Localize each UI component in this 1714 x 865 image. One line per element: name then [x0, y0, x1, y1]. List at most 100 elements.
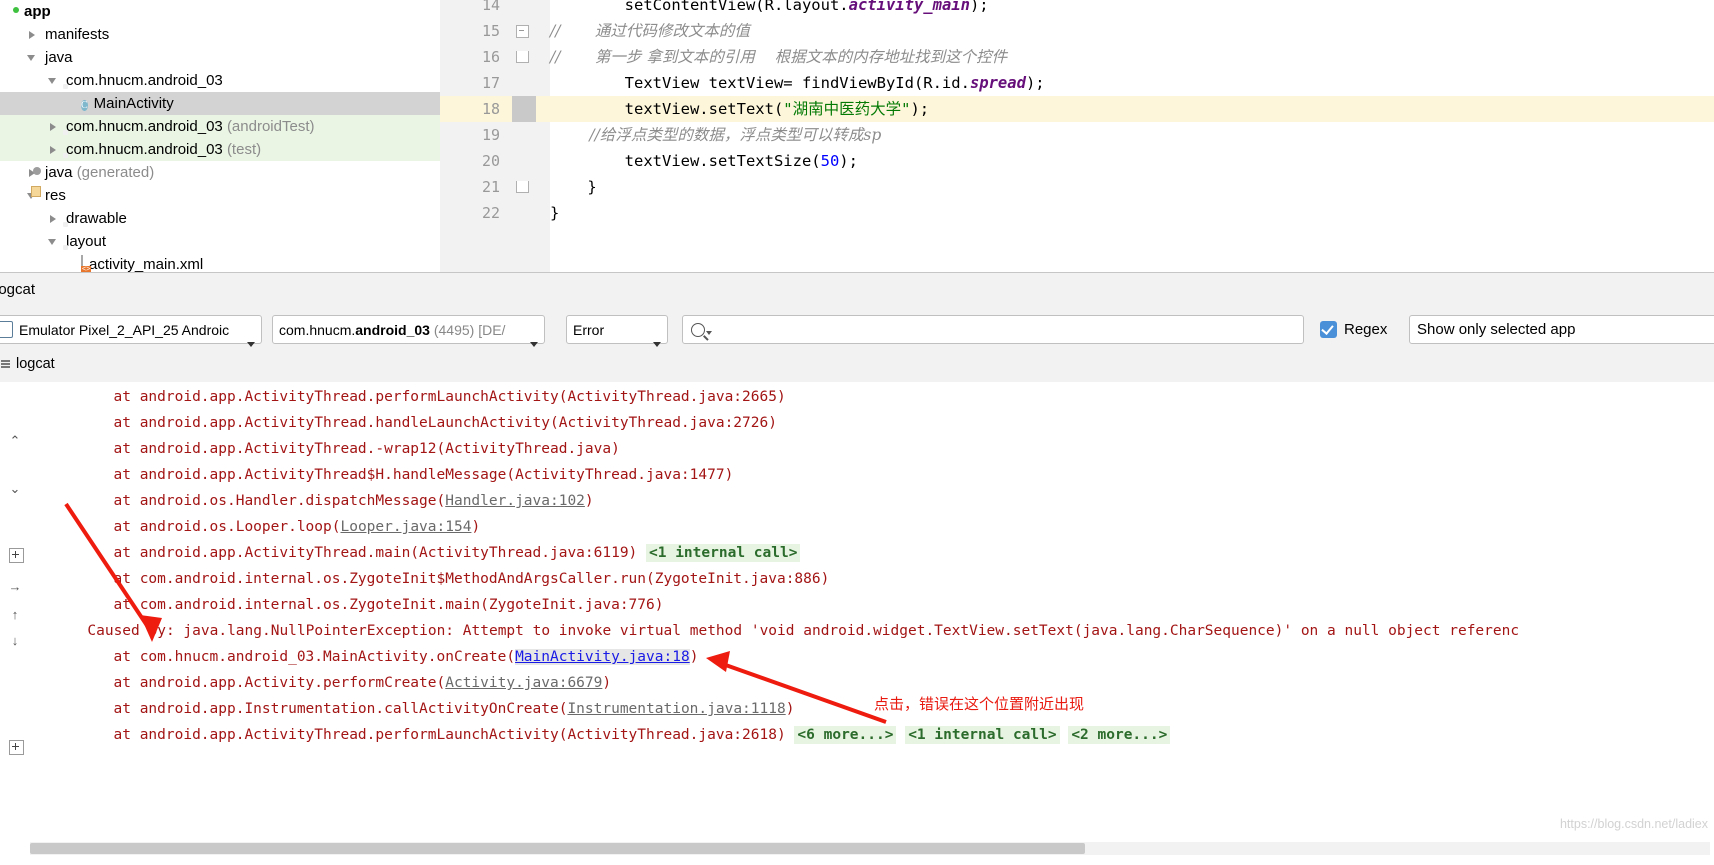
code-fold-mid-icon[interactable] — [516, 25, 529, 38]
editor-line[interactable]: } — [550, 174, 596, 200]
logcat-line[interactable]: at android.app.ActivityThread.performLau… — [114, 384, 786, 410]
tree-item-suffix: (test) — [226, 141, 262, 158]
logcat-line[interactable]: at com.android.internal.os.ZygoteInit$Me… — [114, 566, 830, 592]
logcat-line[interactable]: at com.hnucm.android_03.MainActivity.onC… — [114, 644, 698, 670]
tree-item-label: app — [24, 3, 51, 20]
stacktrace-text: at android.app.ActivityThread.-wrap12(Ac… — [113, 441, 620, 457]
stacktrace-text: at android.os.Looper.loop( — [113, 519, 341, 535]
regex-checkbox[interactable]: Regex — [1320, 321, 1387, 338]
editor-line[interactable]: // 通过代码修改文本的值 — [550, 18, 750, 44]
gutter-caret-band — [512, 96, 536, 122]
logcat-line[interactable]: Caused by: java.lang.NullPointerExceptio… — [87, 618, 1519, 644]
tree-item-manifests[interactable]: manifests — [0, 23, 440, 46]
tree-item-drawable[interactable]: drawable — [0, 207, 440, 230]
tree-item-res[interactable]: res — [0, 184, 440, 207]
tab-logcat[interactable]: logcat — [1, 356, 55, 372]
editor-line[interactable]: setContentView(R.layout.activity_main); — [550, 0, 989, 18]
editor-line[interactable]: textView.setText("湖南中医药大学"); — [550, 96, 930, 122]
regex-label: Regex — [1344, 321, 1388, 338]
scrollbar-thumb[interactable] — [30, 843, 1085, 854]
logcat-side-rail[interactable]: ⌃ ⌄ → ↑ ↓ — [0, 382, 30, 865]
editor-line-number: 21 — [481, 178, 500, 196]
android-studio-window: app manifests java com.hnucm.android_03 C Mai… — [0, 0, 1714, 865]
editor-line[interactable]: TextView textView= findViewById(R.id.spr… — [550, 70, 1045, 96]
tree-item-label: com.hnucm.android_03 — [66, 72, 223, 89]
chevron-right-icon[interactable] — [27, 29, 39, 41]
logcat-line[interactable]: at android.os.Handler.dispatchMessage(Ha… — [114, 488, 594, 514]
stacktrace-link-active[interactable]: MainActivity.java:18 — [515, 649, 690, 665]
tree-item-activity_main-xml[interactable]: activity_main.xml — [0, 253, 440, 272]
tree-item-com-hnucm-android_03[interactable]: com.hnucm.android_03 (test) — [0, 138, 440, 161]
stacktrace-link[interactable]: Handler.java:102 — [445, 493, 585, 509]
chevron-down-icon[interactable] — [48, 75, 60, 87]
logcat-line[interactable]: at android.app.Instrumentation.callActiv… — [114, 696, 795, 722]
filter-selector[interactable]: Show only selected app — [1409, 315, 1714, 344]
chevron-right-icon[interactable] — [48, 213, 60, 225]
stacktrace-collapsed-chip[interactable]: <1 internal call> — [646, 544, 801, 562]
process-selector-suffix: (4495) [DE/ — [429, 321, 506, 338]
chevron-down-icon[interactable] — [48, 236, 60, 248]
logcat-tab-icon — [0, 358, 12, 370]
chevron-down-icon[interactable] — [27, 52, 39, 64]
chevron-right-icon[interactable] — [48, 144, 60, 156]
stacktrace-collapsed-chip[interactable]: <6 more...> — [794, 726, 897, 744]
stacktrace-text: at android.os.Handler.dispatchMessage( — [113, 493, 446, 509]
stacktrace-text: at android.app.Activity.performCreate( — [113, 675, 446, 691]
logcat-output[interactable]: at android.app.ActivityThread.performLau… — [30, 382, 1714, 865]
editor-line[interactable]: } — [550, 200, 559, 226]
tree-item-mainactivity[interactable]: C MainActivity — [0, 92, 440, 115]
editor-line[interactable]: textView.setTextSize(50); — [550, 148, 858, 174]
logcat-line[interactable]: at android.app.ActivityThread.main(Activ… — [114, 540, 801, 566]
device-selector[interactable]: Emulator Pixel_2_API_25 Androic — [0, 315, 262, 347]
stacktrace-collapsed-chip[interactable]: <2 more...> — [1068, 726, 1171, 744]
rail-expand-icon-1[interactable] — [9, 548, 24, 563]
editor-text-area[interactable]: setContentView(R.layout.activity_main); /… — [550, 0, 1714, 272]
code-editor[interactable]: setContentView(R.layout.activity_main); /… — [440, 0, 1714, 272]
code-fold-end-icon[interactable] — [516, 181, 529, 193]
logcat-line[interactable]: at android.app.ActivityThread.performLau… — [114, 722, 1171, 748]
code-fold-end-icon[interactable] — [516, 51, 529, 63]
tree-item-com-hnucm-android_03[interactable]: com.hnucm.android_03 (androidTest) — [0, 115, 440, 138]
rail-icon-1[interactable]: ⌃ — [8, 434, 22, 448]
logcat-horizontal-scrollbar[interactable] — [30, 842, 1710, 855]
rail-icon-5[interactable]: ↓ — [8, 634, 22, 648]
tree-item-layout[interactable]: layout — [0, 230, 440, 253]
logcat-line[interactable]: at android.app.ActivityThread.-wrap12(Ac… — [114, 436, 620, 462]
chevron-right-icon[interactable] — [48, 121, 60, 133]
stacktrace-text: at com.android.internal.os.ZygoteInit.ma… — [113, 597, 664, 613]
stacktrace-text: ) — [602, 675, 612, 691]
rail-icon-3[interactable]: → — [8, 580, 22, 594]
stacktrace-link[interactable]: Looper.java:154 — [340, 519, 471, 535]
rail-icon-4[interactable]: ↑ — [8, 608, 22, 622]
tree-item-app[interactable]: app — [0, 0, 440, 23]
stacktrace-text: Caused by: java.lang.NullPointerExceptio… — [87, 623, 1520, 639]
stacktrace-text: at com.android.internal.os.ZygoteInit$Me… — [113, 571, 830, 587]
logcat-line[interactable]: at android.app.ActivityThread.handleLaun… — [114, 410, 777, 436]
logcat-line[interactable]: at android.app.Activity.performCreate(Ac… — [114, 670, 612, 696]
logcat-line[interactable]: at android.os.Looper.loop(Looper.java:15… — [114, 514, 481, 540]
stacktrace-link[interactable]: Instrumentation.java:1118 — [567, 701, 785, 717]
editor-fold-gutter[interactable] — [512, 0, 550, 272]
editor-line[interactable]: //给浮点类型的数据，浮点类型可以转成sp — [550, 122, 881, 148]
rail-icon-2[interactable]: ⌄ — [8, 482, 22, 496]
stacktrace-collapsed-chip[interactable]: <1 internal call> — [905, 726, 1060, 744]
tree-item-java[interactable]: java (generated) — [0, 161, 440, 184]
rail-expand-icon-2[interactable] — [9, 740, 24, 755]
search-history-chevron-icon[interactable] — [705, 324, 713, 336]
tree-item-com-hnucm-android_03[interactable]: com.hnucm.android_03 — [0, 69, 440, 92]
editor-line-number: 14 — [481, 0, 500, 14]
logcat-line[interactable]: at com.android.internal.os.ZygoteInit.ma… — [114, 592, 664, 618]
logcat-line[interactable]: at android.app.ActivityThread$H.handleMe… — [114, 462, 734, 488]
editor-line-number: 18 — [481, 100, 500, 118]
project-tree-panel[interactable]: app manifests java com.hnucm.android_03 C Mai… — [0, 0, 440, 272]
tree-item-label: layout — [66, 233, 107, 250]
process-selector[interactable]: com.hnucm.android_03 (4495) [DE/ — [272, 315, 545, 347]
stacktrace-text: at android.app.ActivityThread.performLau… — [113, 389, 786, 405]
tree-item-java[interactable]: java — [0, 46, 440, 69]
stacktrace-link[interactable]: Activity.java:6679 — [445, 675, 602, 691]
logcat-search-box[interactable] — [682, 315, 1304, 344]
editor-line[interactable]: // 第一步 拿到文本的引用 根据文本的内存地址找到这个控件 — [550, 44, 1007, 70]
tree-item-label: java (generated) — [45, 164, 155, 181]
checkbox-checked-icon[interactable] — [1320, 321, 1337, 338]
log-level-selector[interactable]: Error — [566, 315, 668, 347]
